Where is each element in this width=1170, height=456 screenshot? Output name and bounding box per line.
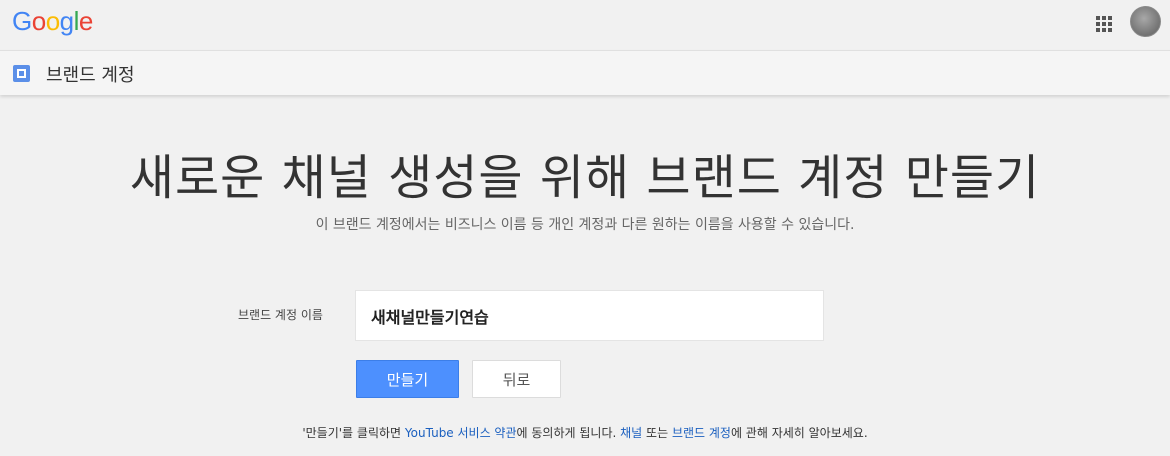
apps-grid-icon[interactable] bbox=[1095, 15, 1113, 33]
google-logo[interactable]: Google bbox=[12, 6, 93, 37]
page-subtitle: 이 브랜드 계정에서는 비즈니스 이름 등 개인 계정과 다른 원하는 이름을 … bbox=[315, 217, 855, 233]
brand-name-field-container bbox=[355, 290, 824, 341]
channel-link[interactable]: 채널 bbox=[620, 426, 642, 440]
terms-text: 에 동의하게 됩니다. bbox=[516, 426, 621, 440]
logo-letter: e bbox=[78, 6, 93, 36]
logo-letter: G bbox=[12, 6, 32, 36]
logo-letter: g bbox=[59, 6, 74, 36]
terms-notice: '만들기'를 클릭하면 YouTube 서비스 약관에 동의하게 됩니다. 채널… bbox=[0, 424, 1170, 441]
brand-account-icon bbox=[13, 65, 30, 82]
brand-account-link[interactable]: 브랜드 계정 bbox=[672, 426, 731, 440]
logo-letter: o bbox=[31, 6, 46, 36]
subbar-title: 브랜드 계정 bbox=[46, 65, 135, 86]
brand-name-input[interactable] bbox=[356, 291, 823, 340]
terms-text: 에 관해 자세히 알아보세요. bbox=[730, 426, 868, 440]
terms-text: 또는 bbox=[642, 426, 672, 440]
terms-text: '만들기'를 클릭하면 bbox=[302, 426, 405, 440]
youtube-terms-link[interactable]: YouTube 서비스 약관 bbox=[405, 426, 517, 440]
brand-name-label: 브랜드 계정 이름 bbox=[238, 308, 323, 322]
page-title: 새로운 채널 생성을 위해 브랜드 계정 만들기 bbox=[129, 150, 1041, 206]
logo-letter: o bbox=[45, 6, 60, 36]
create-button[interactable]: 만들기 bbox=[356, 360, 459, 398]
top-bar: Google bbox=[0, 0, 1170, 50]
brand-account-bar: 브랜드 계정 bbox=[0, 50, 1170, 95]
avatar[interactable] bbox=[1130, 6, 1161, 37]
back-button[interactable]: 뒤로 bbox=[472, 360, 561, 398]
